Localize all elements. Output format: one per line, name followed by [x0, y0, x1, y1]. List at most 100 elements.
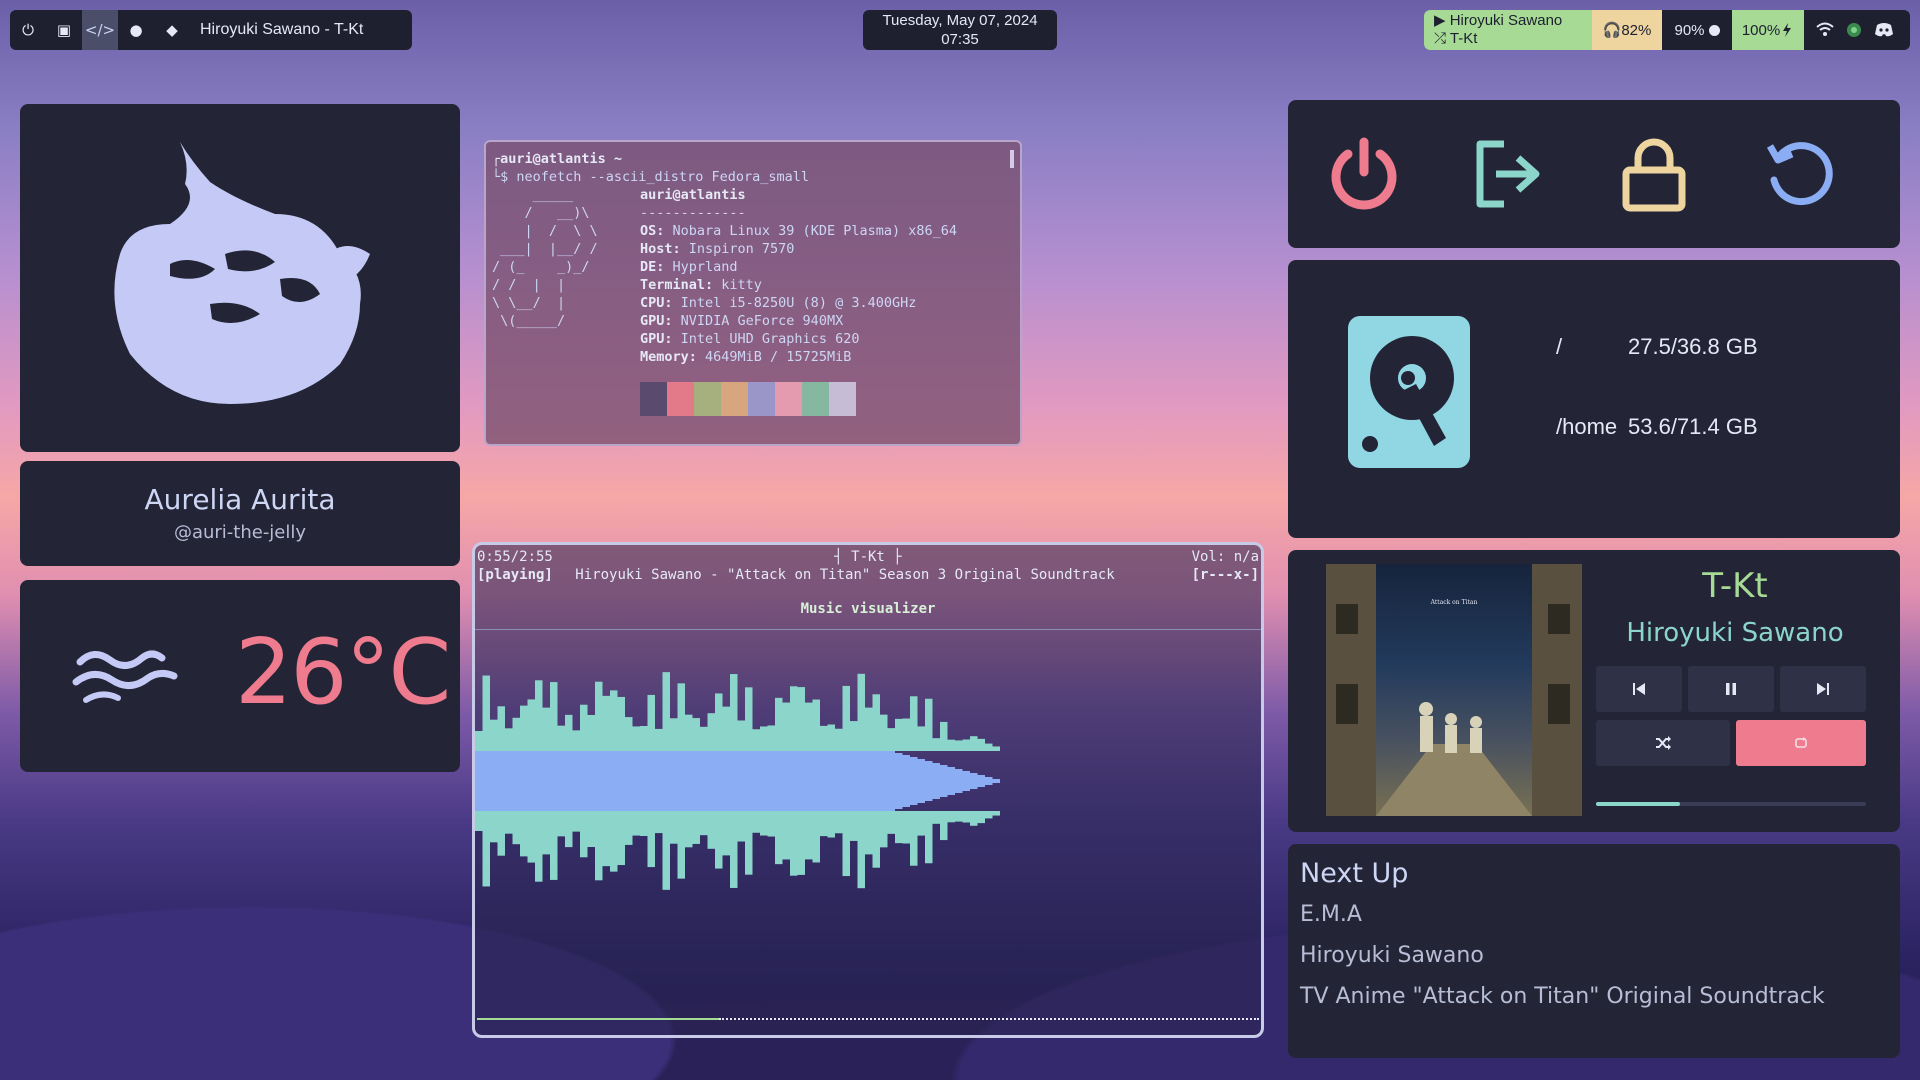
discord-icon[interactable] — [1874, 22, 1894, 38]
visualizer-bar-core — [760, 751, 768, 811]
terminal-prompt: ┌auri@atlantis ~ — [492, 151, 623, 167]
visualizer-bar-bottom — [542, 811, 550, 855]
visualizer-bar-top — [872, 694, 880, 751]
profile-handle: @auri-the-jelly — [173, 522, 307, 543]
hard-drive-icon — [1348, 316, 1470, 468]
workspace-spotify[interactable]: ● — [118, 10, 154, 50]
visualizer-bar-top — [955, 740, 963, 751]
repeat-button[interactable] — [1736, 720, 1866, 766]
visualizer-bar-bottom — [782, 811, 790, 860]
viz-progress-bar[interactable] — [475, 1015, 1261, 1023]
clock-widget[interactable]: Tuesday, May 07, 2024 07:35 — [863, 10, 1057, 50]
visualizer-bar-top — [767, 725, 775, 751]
power-button[interactable] — [1320, 130, 1408, 218]
visualizer-bar-core — [670, 751, 678, 811]
visualizer-bar-core — [595, 751, 603, 811]
visualizer-bar-top — [940, 721, 948, 751]
visualizer-bar-core — [895, 753, 903, 809]
visualizer-bar-core — [700, 751, 708, 811]
headphones-battery[interactable]: 🎧82% — [1592, 10, 1662, 50]
player-progress-track[interactable] — [1596, 802, 1866, 806]
album-art-image: Attack on Titan — [1326, 564, 1582, 816]
neofetch-key: GPU: — [640, 331, 673, 347]
volume-label: Vol: n/a — [1191, 549, 1259, 565]
tray-app-icon[interactable] — [1846, 21, 1862, 39]
visualizer-bar-bottom — [617, 811, 625, 866]
lock-icon — [1622, 138, 1686, 212]
color-swatch — [802, 382, 829, 416]
visualizer-bar-core — [715, 751, 723, 811]
visualizer-bar-top — [542, 707, 550, 751]
neofetch-row: DE: Hyprland — [640, 258, 957, 276]
charging-icon — [1783, 23, 1792, 37]
visualizer-bar-top — [625, 717, 633, 751]
visualizer-bar-bottom — [722, 811, 730, 856]
music-visualizer-window[interactable]: 0:55/2:55 ┤ T-Kt ├ Vol: n/a [playing] Hi… — [472, 542, 1264, 1038]
visualizer-bar-core — [805, 751, 813, 811]
visualizer-bar-top — [490, 719, 498, 751]
visualizer-bar-top — [632, 726, 640, 751]
neofetch-info: auri@atlantis ------------- OS: Nobara L… — [640, 186, 957, 366]
pause-button[interactable] — [1688, 666, 1774, 712]
brightness-indicator[interactable]: 90% — [1662, 10, 1732, 50]
visualizer-bar-core — [565, 751, 573, 811]
workspace-discord[interactable]: ◆ — [154, 10, 190, 50]
next-up-track: E.M.A — [1300, 902, 1362, 927]
visualizer-bar-bottom — [835, 811, 843, 834]
visualizer-bar-core — [782, 751, 790, 811]
visualizer-bar-core — [520, 751, 528, 811]
visualizer-bar-core — [842, 751, 850, 811]
next-up-artist: Hiroyuki Sawano — [1300, 943, 1484, 968]
visualizer-bar-bottom — [692, 811, 700, 844]
terminal-command: └$ neofetch --ascii_distro Fedora_small — [492, 169, 809, 185]
visualizer-bar-bottom — [497, 811, 505, 856]
visualizer-bar-core — [505, 751, 513, 811]
power-menu-panel — [1288, 100, 1900, 248]
media-chip[interactable]: ▶ Hiroyuki Sawano ⤮ T-Kt — [1424, 10, 1592, 50]
viz-progress-remaining — [718, 1018, 1259, 1028]
wifi-icon[interactable] — [1816, 22, 1834, 38]
lock-button[interactable] — [1610, 130, 1698, 218]
visualizer-bar-bottom — [595, 811, 603, 881]
workspace-power[interactable]: ⏻ — [10, 10, 46, 50]
shuffle-button[interactable] — [1596, 720, 1730, 766]
neofetch-value: 4649MiB / 15725MiB — [696, 349, 852, 365]
visualizer-bar-core — [602, 751, 610, 811]
visualizer-bar-bottom — [985, 811, 993, 819]
neofetch-key: OS: — [640, 223, 665, 239]
terminal-window[interactable]: ┌auri@atlantis ~ └$ neofetch --ascii_dis… — [484, 140, 1022, 446]
visualizer-bar-bottom — [737, 811, 745, 842]
visualizer-bar-top — [692, 718, 700, 751]
visualizer-bar-core — [827, 751, 835, 811]
visualizer-bar-top — [677, 683, 685, 751]
album-cover[interactable]: Attack on Titan — [1326, 564, 1582, 816]
jellyfish-avatar — [114, 142, 370, 404]
visualizer-bar-core — [857, 751, 865, 811]
workspace-terminal[interactable]: ▣ — [46, 10, 82, 50]
home-mount-usage: 53.6/71.4 GB — [1628, 414, 1758, 439]
visualizer-bar-core — [617, 751, 625, 811]
reboot-button[interactable] — [1756, 130, 1844, 218]
terminal-scrollbar[interactable] — [1010, 150, 1014, 168]
color-swatch — [775, 382, 802, 416]
visualizer-bar-core — [925, 761, 933, 801]
visualizer-bar-bottom — [977, 811, 985, 824]
root-mount-label: / — [1556, 334, 1563, 359]
next-button[interactable] — [1780, 666, 1866, 712]
visualizer-bar-bottom — [670, 811, 678, 844]
disk-usage-panel: / 27.5/36.8 GB /home 53.6/71.4 GB — [1288, 260, 1900, 538]
logout-button[interactable] — [1464, 130, 1552, 218]
visualizer-bar-core — [880, 751, 888, 811]
visualizer-bar-top — [685, 714, 693, 751]
battery-indicator[interactable]: 100% — [1732, 10, 1804, 50]
visualizer-bar-top — [977, 738, 985, 751]
workspace-code[interactable]: </> — [82, 10, 118, 50]
repeat-icon — [1795, 737, 1807, 748]
visualizer-bar-bottom — [827, 811, 835, 838]
previous-button[interactable] — [1596, 666, 1682, 712]
visualizer-bar-bottom — [610, 811, 618, 872]
visualizer-bar-bottom — [902, 811, 910, 844]
visualizer-bar-bottom — [587, 811, 595, 848]
visualizer-bar-top — [752, 729, 760, 751]
neofetch-value: Intel i5-8250U (8) @ 3.400GHz — [672, 295, 917, 311]
